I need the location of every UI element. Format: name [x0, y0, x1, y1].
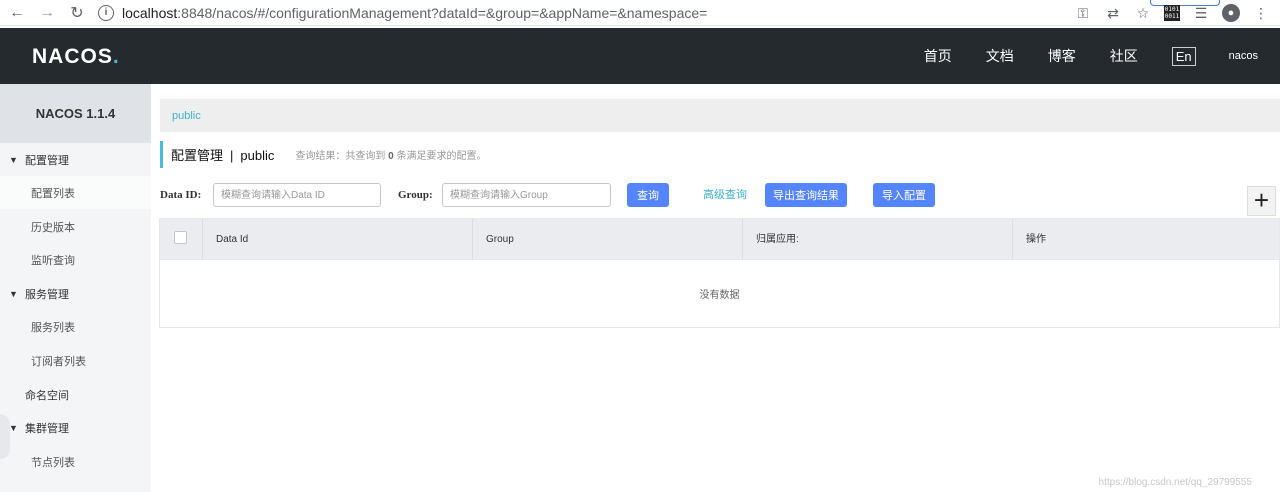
nav-docs[interactable]: 文档	[986, 46, 1014, 66]
advanced-query-link[interactable]: 高级查询	[703, 183, 747, 207]
logo-text: NACOS	[32, 45, 113, 68]
sidebar-group-label: 集群管理	[25, 422, 69, 435]
more-vert-icon[interactable]: ⋮	[1252, 4, 1270, 22]
top-nav: 首页 文档 博客 社区 En nacos	[890, 28, 1280, 84]
star-icon[interactable]: ☆	[1134, 4, 1152, 22]
namespace-public-link[interactable]: public	[172, 110, 201, 122]
page-title-row: 配置管理 | public 查询结果：共查询到 0 条满足要求的配置。	[160, 141, 487, 168]
address-bar[interactable]: localhost:8848/nacos/#/configurationMana…	[122, 5, 707, 21]
result-suffix: 条满足要求的配置。	[393, 151, 487, 162]
sidebar-group-label: 配置管理	[25, 154, 69, 167]
import-config-button[interactable]: 导入配置	[873, 183, 935, 207]
group-input[interactable]	[442, 183, 611, 207]
back-arrow-icon[interactable]: ←	[6, 2, 28, 24]
sidebar-group-config[interactable]: ▼ 配置管理	[0, 143, 151, 176]
binary-extension-icon[interactable]: 0101 0011	[1164, 5, 1180, 21]
reload-icon[interactable]: ↻	[66, 2, 88, 24]
query-button[interactable]: 查询	[627, 183, 669, 207]
translate-icon[interactable]: ⇄	[1104, 4, 1122, 22]
language-toggle[interactable]: En	[1171, 46, 1196, 66]
info-icon[interactable]: i	[98, 4, 114, 21]
sidebar-group-label: 服务管理	[25, 288, 69, 301]
sidebar-item-node-list[interactable]: 节点列表	[0, 445, 151, 478]
group-label: Group:	[398, 189, 433, 201]
nacos-logo[interactable]: NACOS.	[32, 45, 120, 69]
sidebar-group-service[interactable]: ▼ 服务管理	[0, 277, 151, 310]
nav-home[interactable]: 首页	[924, 46, 952, 66]
add-config-button[interactable]: +	[1247, 186, 1276, 216]
config-table: Data Id Group 归属应用: 操作 没有数据	[159, 218, 1280, 328]
select-all-cell	[160, 219, 203, 260]
search-form: Data ID: Group: 查询 高级查询 导出查询结果 导入配置	[160, 183, 1280, 207]
page-title-main: 配置管理	[171, 148, 224, 163]
logo-dot: .	[112, 45, 120, 68]
empty-state: 没有数据	[699, 290, 740, 301]
key-icon[interactable]: ⚿	[1074, 4, 1092, 22]
sidebar-item-listener-query[interactable]: 监听查询	[0, 243, 151, 276]
playlist-icon[interactable]: ☰	[1192, 4, 1210, 22]
forward-arrow-icon[interactable]: →	[36, 2, 58, 24]
column-header-dataid: Data Id	[203, 219, 473, 260]
select-all-checkbox[interactable]	[174, 231, 187, 244]
url-path: :8848/nacos/#/configurationManagement?da…	[177, 4, 708, 21]
profile-avatar-icon[interactable]: ●	[1222, 4, 1240, 22]
browser-toolbar: ← → ↻ i localhost:8848/nacos/#/configura…	[0, 0, 1280, 26]
app-header: NACOS. 首页 文档 博客 社区 En nacos	[0, 28, 1280, 84]
url-host: localhost	[122, 4, 178, 21]
caret-down-icon: ▼	[9, 154, 18, 165]
sidebar-item-history[interactable]: 历史版本	[0, 210, 151, 243]
sidebar-item-namespace[interactable]: 命名空间	[0, 378, 151, 411]
user-menu[interactable]: nacos	[1229, 50, 1258, 62]
table-header: Data Id Group 归属应用: 操作	[160, 219, 1279, 260]
caret-down-icon: ▼	[9, 288, 18, 299]
namespace-bar: public	[160, 99, 1280, 132]
sidebar: NACOS 1.1.4 ▼ 配置管理 配置列表 历史版本 监听查询 ▼ 服务管理…	[0, 84, 151, 492]
dataid-label: Data ID:	[160, 189, 202, 201]
sidebar-item-config-list[interactable]: 配置列表	[0, 176, 151, 209]
column-header-actions: 操作	[1026, 234, 1046, 245]
version-label: NACOS 1.1.4	[0, 84, 151, 143]
result-summary: 查询结果：共查询到 0 条满足要求的配置。	[295, 147, 486, 162]
page-title: 配置管理 | public	[171, 145, 274, 164]
nav-blog[interactable]: 博客	[1048, 46, 1076, 66]
sidebar-group-cluster[interactable]: ▼ 集群管理	[0, 411, 151, 444]
nav-community[interactable]: 社区	[1110, 46, 1138, 66]
page-title-namespace: public	[240, 148, 275, 163]
watermark: https://blog.csdn.net/qq_29799555	[1098, 477, 1252, 488]
column-header-group: Group	[473, 219, 743, 260]
export-results-button[interactable]: 导出查询结果	[765, 183, 847, 207]
dataid-input[interactable]	[213, 183, 381, 207]
title-accent-bar	[160, 141, 163, 168]
sidebar-collapse-handle[interactable]	[0, 414, 10, 459]
column-header-app: 归属应用:	[743, 219, 1013, 260]
sidebar-item-service-list[interactable]: 服务列表	[0, 310, 151, 343]
result-prefix: 查询结果：共查询到	[295, 151, 389, 162]
title-separator: |	[230, 148, 234, 163]
caret-down-icon: ▼	[9, 422, 18, 433]
sidebar-item-subscriber-list[interactable]: 订阅者列表	[0, 344, 151, 377]
